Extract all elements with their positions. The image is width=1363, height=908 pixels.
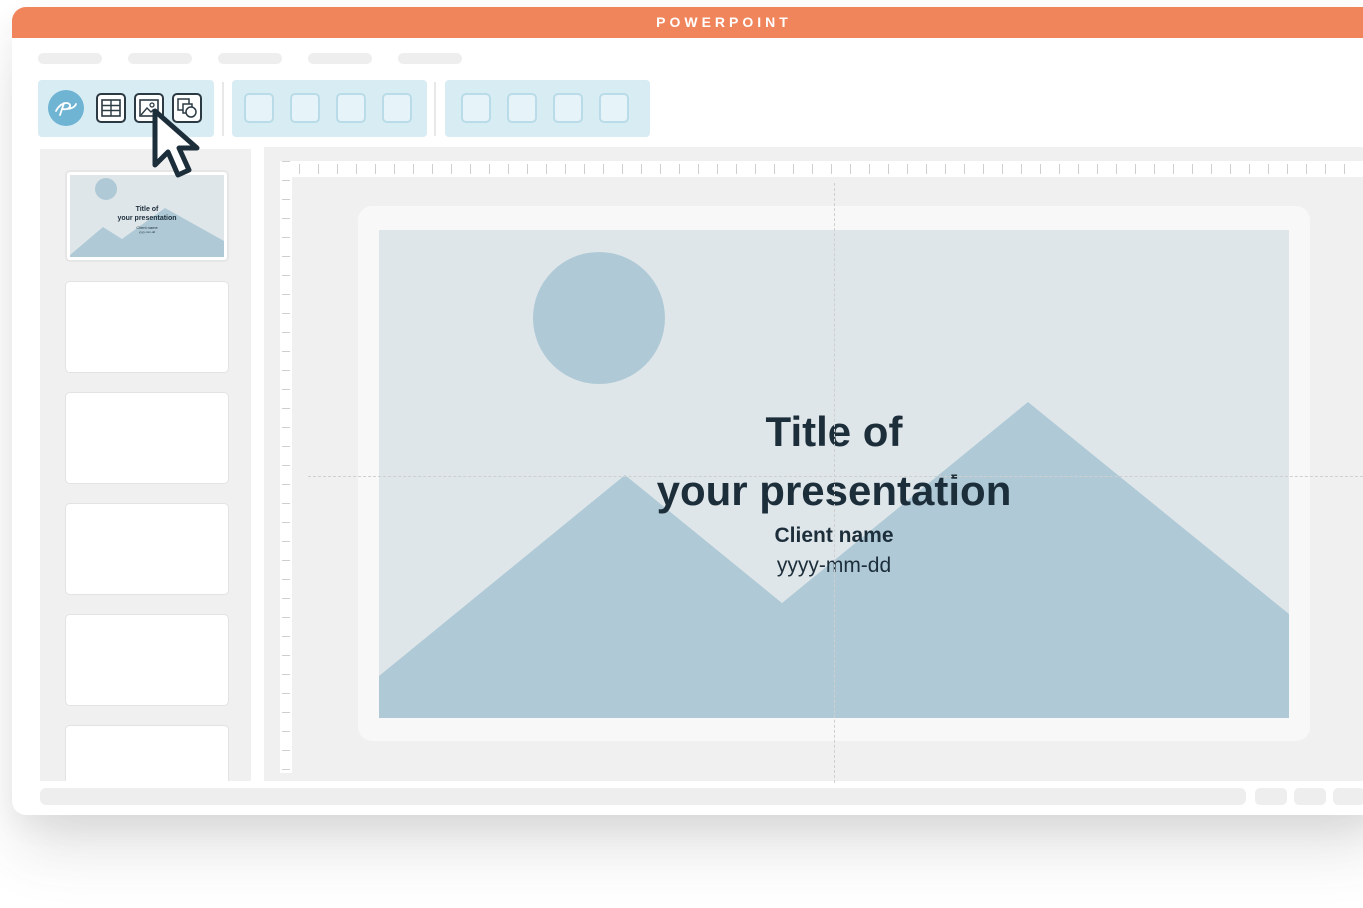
slide-thumbnail-4[interactable]	[65, 503, 229, 595]
toolbar-button[interactable]	[507, 93, 537, 123]
arrow-cursor-icon	[152, 108, 200, 178]
toolbar-button[interactable]	[290, 93, 320, 123]
toolbar-button[interactable]	[553, 93, 583, 123]
presenter-logo-icon[interactable]	[48, 90, 84, 126]
slide-thumbnail-5[interactable]	[65, 614, 229, 706]
powerpoint-window: POWERPOINT Title of your presentation Cl…	[12, 7, 1363, 815]
slide-thumbnail-2[interactable]	[65, 281, 229, 373]
toolbar-button[interactable]	[336, 93, 366, 123]
thumbnail-date: yyyy-mm-dd	[138, 230, 156, 234]
toolbar-button[interactable]	[382, 93, 412, 123]
toolbar-divider	[222, 82, 224, 136]
toolbar-group-3	[445, 80, 650, 137]
vertical-ruler	[280, 161, 292, 773]
sun-circle	[533, 252, 665, 384]
vertical-guide	[834, 183, 835, 783]
thumbnail-preview: Title of your presentation Client name y…	[70, 175, 224, 257]
view-button-2[interactable]	[1294, 788, 1326, 805]
menu-item-3[interactable]	[218, 53, 282, 64]
slides-panel: Title of your presentation Client name y…	[40, 149, 251, 781]
horizontal-guide	[308, 476, 1363, 477]
menu-item-4[interactable]	[308, 53, 372, 64]
slide-thumbnail-6[interactable]	[65, 725, 229, 781]
toolbar-button[interactable]	[244, 93, 274, 123]
slide-thumbnail-3[interactable]	[65, 392, 229, 484]
view-button-3[interactable]	[1333, 788, 1363, 805]
thumbnail-title: Title of your presentation	[70, 205, 224, 223]
toolbar-button[interactable]	[461, 93, 491, 123]
toolbar-divider	[434, 82, 436, 136]
table-grid-icon[interactable]	[96, 93, 126, 123]
window-title: POWERPOINT	[12, 7, 1363, 38]
menu-item-2[interactable]	[128, 53, 192, 64]
thumbnail-title-line1: Title of	[135, 206, 159, 213]
menu-item-5[interactable]	[398, 53, 462, 64]
menu-item-1[interactable]	[38, 53, 102, 64]
view-button-1[interactable]	[1255, 788, 1287, 805]
toolbar-button[interactable]	[599, 93, 629, 123]
toolbar-group-2	[232, 80, 427, 137]
thumbnail-title-line2: your presentation	[117, 215, 177, 222]
status-track	[40, 788, 1246, 805]
slide-thumbnail-1[interactable]: Title of your presentation Client name y…	[65, 170, 229, 262]
horizontal-ruler	[280, 161, 1363, 177]
